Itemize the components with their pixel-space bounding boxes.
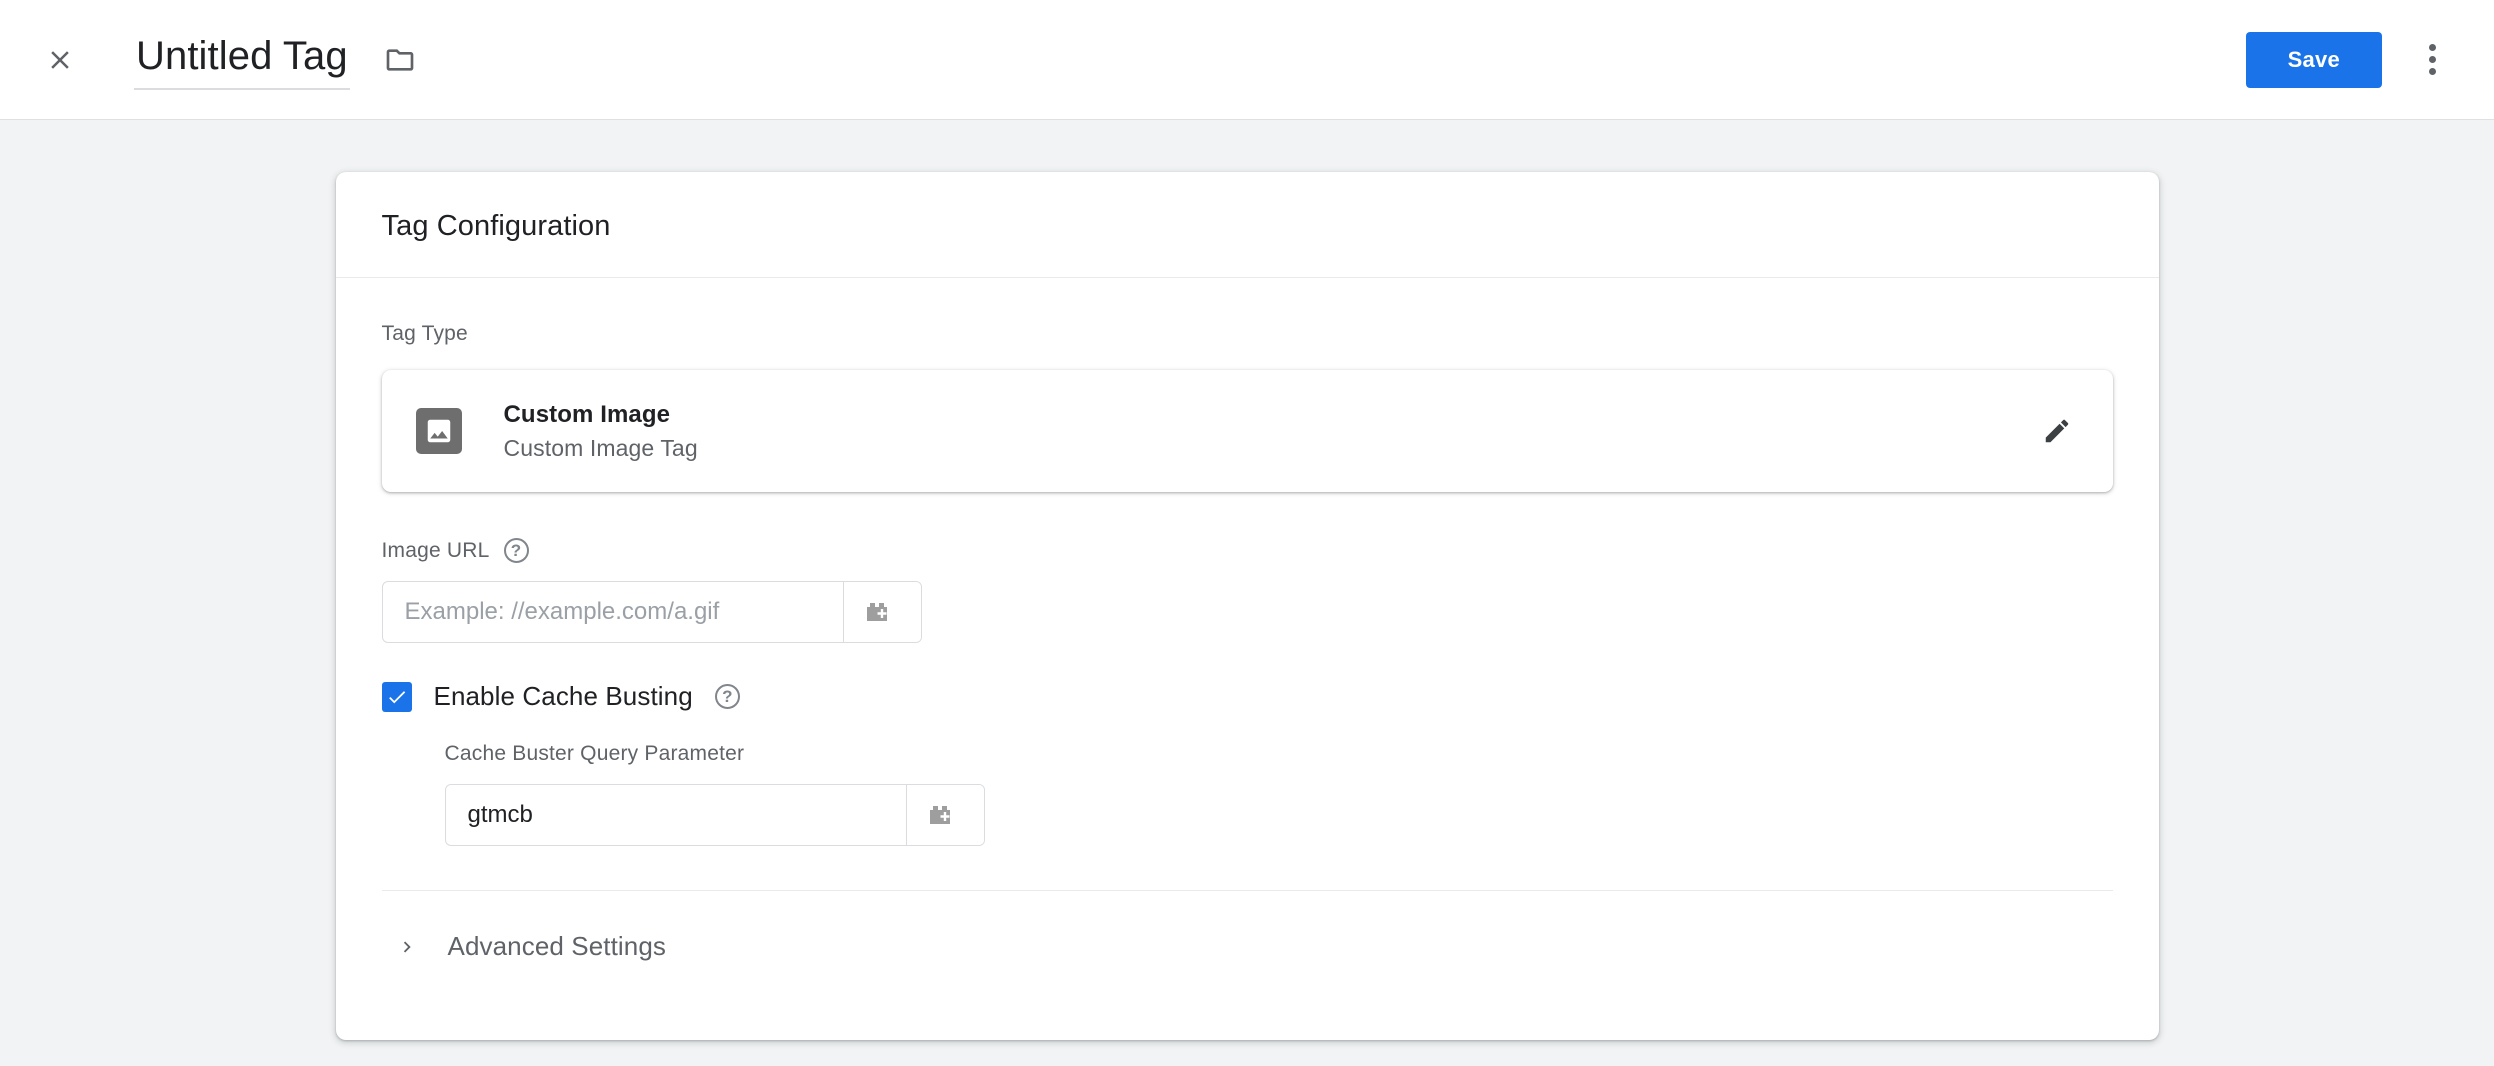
tag-type-info: Custom Image Custom Image Tag: [504, 401, 698, 462]
more-options-button[interactable]: [2408, 32, 2456, 88]
card-header: Tag Configuration: [335, 172, 2159, 278]
enable-cache-busting-row: Enable Cache Busting ?: [381, 681, 2113, 712]
advanced-settings-label: Advanced Settings: [447, 931, 667, 961]
tag-configuration-card: Tag Configuration Tag Type Custom Image …: [335, 172, 2159, 1040]
tag-type-description: Custom Image Tag: [503, 434, 698, 461]
image-url-variable-picker-button[interactable]: [842, 582, 921, 642]
close-button[interactable]: [32, 32, 88, 88]
tag-type-selector[interactable]: Custom Image Custom Image Tag: [381, 370, 2113, 492]
enable-cache-busting-checkbox[interactable]: [381, 681, 412, 712]
card-body: Tag Type Custom Image Custom Image Tag I…: [336, 278, 2159, 1040]
cache-busting-help-icon[interactable]: ?: [714, 684, 740, 709]
more-vert-icon-dot-1: [2428, 44, 2436, 51]
app-bar-actions: Save: [2245, 31, 2456, 88]
edit-tag-type-button[interactable]: [2031, 405, 2083, 457]
close-icon: [51, 50, 69, 69]
pencil-icon: [2045, 419, 2068, 443]
image-icon: [415, 408, 462, 454]
folder-button[interactable]: [378, 38, 422, 82]
cache-buster-variable-picker-button[interactable]: [905, 785, 984, 845]
tag-type-label: Tag Type: [381, 322, 468, 345]
cache-buster-param-label: Cache Buster Query Parameter: [444, 742, 745, 765]
check-icon: [388, 690, 405, 703]
more-vert-icon-dot-2: [2428, 56, 2436, 63]
folder-icon: [386, 48, 414, 71]
image-url-label: Image URL: [381, 538, 490, 562]
tag-type-name: Custom Image: [503, 400, 671, 428]
image-icon-glyph: [427, 419, 450, 443]
save-button[interactable]: Save: [2245, 31, 2382, 88]
content-area: Tag Configuration Tag Type Custom Image …: [0, 120, 2494, 1066]
image-url-help-icon[interactable]: ?: [503, 538, 529, 563]
image-url-input[interactable]: [382, 582, 843, 642]
app-bar: Untitled Tag Save: [0, 0, 2494, 120]
enable-cache-busting-label[interactable]: Enable Cache Busting: [434, 681, 693, 712]
card-title: Tag Configuration: [381, 210, 611, 242]
cache-buster-param-input[interactable]: [445, 785, 906, 845]
image-url-label-row: Image URL ?: [382, 538, 2113, 563]
variable-block-plus-icon: [867, 603, 887, 621]
tag-title-input[interactable]: Untitled Tag: [134, 30, 350, 90]
cache-buster-param-input-group: [444, 784, 985, 846]
advanced-settings-toggle[interactable]: Advanced Settings: [382, 891, 2113, 962]
cache-buster-param-field: Cache Buster Query Parameter: [444, 742, 2113, 846]
more-vert-icon-dot-3: [2428, 68, 2436, 75]
chevron-right-icon: [396, 936, 418, 958]
image-url-input-group: [381, 581, 922, 643]
tag-title-group: Untitled Tag: [134, 30, 422, 90]
variable-block-plus-icon: [930, 806, 950, 824]
